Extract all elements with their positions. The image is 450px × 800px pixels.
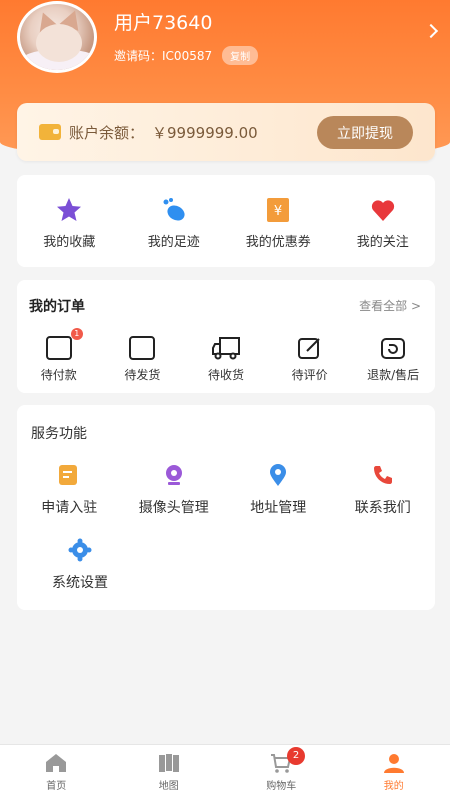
quick-link-coupons[interactable]: ¥ 我的优惠券 — [228, 197, 328, 250]
wallet-outline-icon — [45, 336, 72, 360]
apply-icon — [59, 465, 78, 485]
phone-icon — [373, 466, 392, 484]
withdraw-button[interactable]: 立即提现 — [317, 116, 413, 149]
wallet-icon — [39, 124, 61, 140]
map-icon — [158, 754, 179, 772]
pending-payment-badge: 1 — [70, 328, 83, 340]
balance-value: ￥9999999.00 — [152, 123, 258, 142]
refund-icon — [381, 338, 406, 359]
cart-badge: 2 — [287, 747, 305, 765]
service-camera[interactable]: 摄像头管理 — [123, 463, 225, 517]
location-icon — [270, 464, 287, 486]
avatar[interactable] — [17, 1, 97, 73]
chevron-right-icon[interactable] — [423, 23, 439, 39]
gear-icon — [68, 538, 92, 562]
invite-label: 邀请码： — [114, 49, 163, 63]
service-contact[interactable]: 联系我们 — [332, 463, 434, 517]
tab-cart[interactable]: 2 购物车 — [225, 745, 338, 800]
balance-card: 账户余额： ￥9999999.00 立即提现 — [17, 103, 435, 161]
home-icon — [46, 754, 67, 772]
user-icon — [383, 754, 404, 773]
star-icon — [57, 198, 82, 221]
tab-map[interactable]: 地图 — [113, 745, 226, 800]
order-pending-shipment[interactable]: 待发货 — [102, 336, 182, 383]
quick-links-card: 我的收藏 我的足迹 ¥ 我的优惠券 我的关注 — [17, 175, 435, 267]
quick-link-favorites[interactable]: 我的收藏 — [19, 197, 119, 250]
heart-icon — [371, 200, 394, 221]
service-address[interactable]: 地址管理 — [227, 463, 329, 517]
quick-link-following[interactable]: 我的关注 — [333, 197, 433, 250]
invite-code: IC00587 — [162, 48, 213, 63]
coupon-icon: ¥ — [267, 198, 290, 222]
tab-mine[interactable]: 我的 — [338, 745, 450, 800]
tab-bar: 首页 地图 2 购物车 我的 — [0, 744, 450, 800]
camera-icon — [165, 465, 182, 485]
order-pending-review[interactable]: 待评价 — [270, 336, 350, 383]
truck-icon — [211, 337, 240, 360]
orders-title: 我的订单 — [29, 299, 85, 315]
copy-button[interactable]: 复制 — [222, 46, 259, 65]
service-settings[interactable]: 系统设置 — [29, 538, 131, 592]
quick-link-footprints[interactable]: 我的足迹 — [124, 197, 224, 250]
service-apply[interactable]: 申请入驻 — [18, 463, 120, 517]
order-pending-receipt[interactable]: 待收货 — [186, 336, 266, 383]
box-icon — [129, 336, 156, 360]
balance-label: 账户余额： — [69, 123, 145, 142]
svg-text:¥: ¥ — [274, 204, 282, 219]
view-all-orders-link[interactable]: 查看全部 > — [359, 297, 421, 314]
edit-icon — [297, 338, 320, 359]
invite-row: 邀请码： IC00587 复制 — [114, 46, 259, 65]
services-card: 服务功能 申请入驻 摄像头管理 地址管理 联系我们 系统设置 — [17, 405, 435, 610]
tab-home[interactable]: 首页 — [0, 745, 113, 800]
services-title: 服务功能 — [31, 426, 87, 442]
username: 用户73640 — [114, 12, 213, 34]
order-refund-aftersale[interactable]: 退款/售后 — [353, 336, 433, 383]
orders-card: 我的订单 查看全部 > 1 待付款 待发货 待收货 待评价 退款/售后 — [17, 280, 435, 393]
order-pending-payment[interactable]: 1 待付款 — [19, 328, 99, 383]
footprint-icon — [163, 198, 185, 221]
